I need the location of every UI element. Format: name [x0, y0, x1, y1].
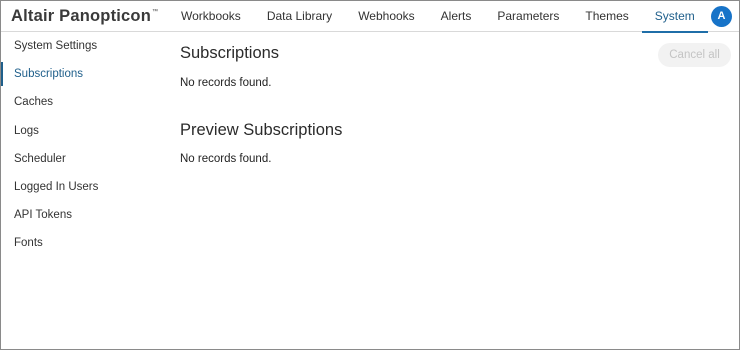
user-avatar[interactable]: A: [711, 6, 732, 27]
nav-tab-system[interactable]: System: [641, 1, 708, 33]
sidebar-item-logged-in-users[interactable]: Logged In Users: [1, 173, 166, 201]
sidebar-item-logs[interactable]: Logs: [1, 117, 166, 145]
app-logo: Altair Panopticon™: [11, 7, 158, 26]
nav-tab-alerts[interactable]: Alerts: [428, 1, 485, 32]
nav-tab-webhooks[interactable]: Webhooks: [345, 1, 427, 32]
nav-tab-data-library[interactable]: Data Library: [254, 1, 345, 32]
preview-subscriptions-empty-message: No records found.: [180, 153, 272, 165]
app-window: Altair Panopticon™ Workbooks Data Librar…: [0, 0, 740, 350]
cancel-all-button[interactable]: Cancel all: [658, 43, 731, 67]
top-navigation-bar: Altair Panopticon™ Workbooks Data Librar…: [1, 1, 739, 33]
sidebar-item-api-tokens[interactable]: API Tokens: [1, 201, 166, 229]
preview-subscriptions-heading: Preview Subscriptions: [180, 121, 343, 139]
nav-tab-parameters[interactable]: Parameters: [484, 1, 572, 32]
subscriptions-heading: Subscriptions: [180, 44, 280, 62]
sidebar-item-scheduler[interactable]: Scheduler: [1, 145, 166, 173]
nav-tab-themes[interactable]: Themes: [572, 1, 641, 32]
sidebar-item-subscriptions[interactable]: Subscriptions: [1, 60, 166, 88]
logo-text: Altair Panopticon: [11, 7, 151, 25]
sidebar-item-caches[interactable]: Caches: [1, 88, 166, 116]
nav-tab-workbooks[interactable]: Workbooks: [168, 1, 254, 32]
sidebar: System Settings Subscriptions Caches Log…: [1, 32, 166, 349]
sidebar-item-fonts[interactable]: Fonts: [1, 229, 166, 257]
trademark-mark: ™: [152, 8, 159, 15]
main-content: Subscriptions No records found. Preview …: [180, 32, 735, 349]
sidebar-item-system-settings[interactable]: System Settings: [1, 32, 166, 60]
main-nav: Workbooks Data Library Webhooks Alerts P…: [168, 1, 708, 33]
subscriptions-empty-message: No records found.: [180, 77, 272, 89]
